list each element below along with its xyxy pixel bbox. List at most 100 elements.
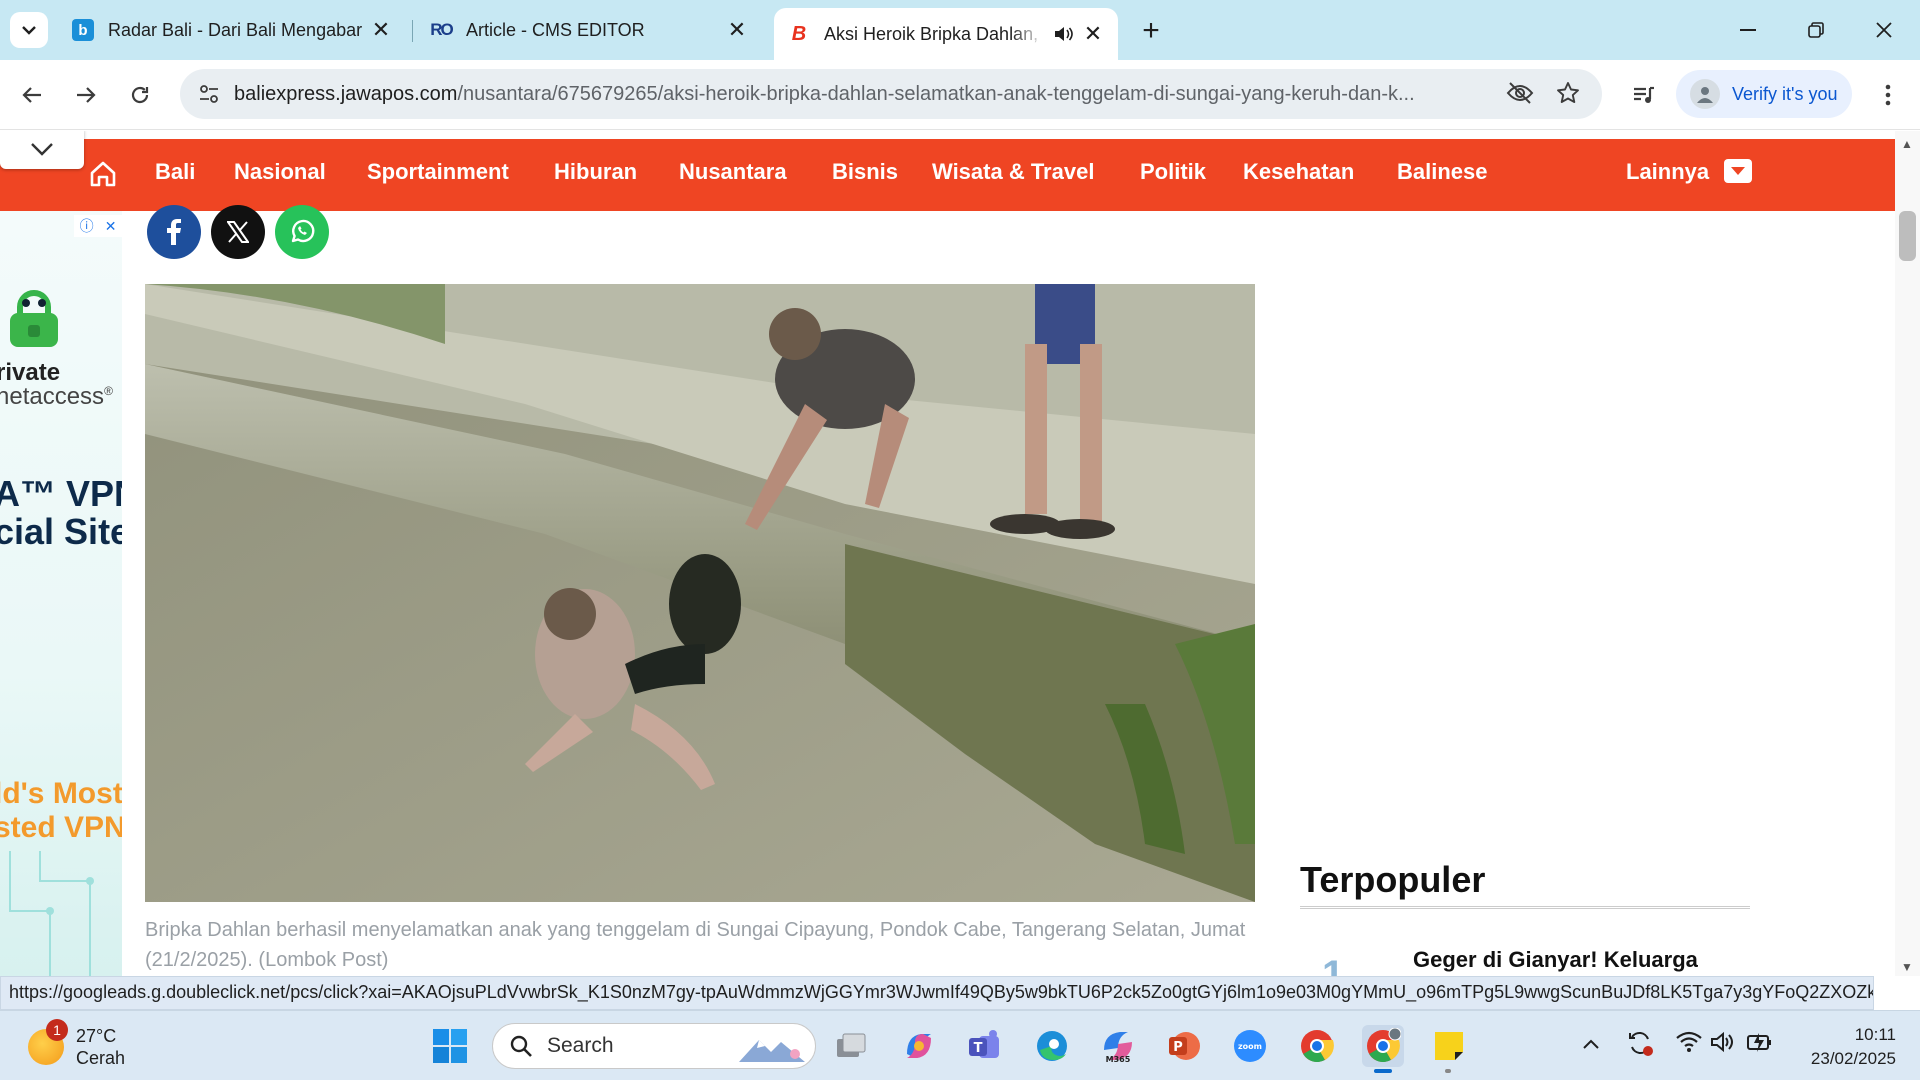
close-tab-icon[interactable]: ✕ [370,17,392,42]
battery-charging-icon[interactable] [1746,1031,1774,1059]
site-nav: Bali Nasional Sportainment Hiburan Nusan… [0,139,1895,211]
restore-button[interactable] [1796,14,1836,46]
sync-status-icon[interactable] [1626,1029,1654,1063]
nav-bali[interactable]: Bali [155,159,195,185]
weather-temp: 27°C [76,1026,117,1046]
article-photo[interactable] [145,284,1255,902]
task-view-button[interactable] [830,1025,872,1067]
clock-date: 23/02/2025 [1810,1049,1896,1068]
volume-icon[interactable] [1710,1031,1736,1059]
back-button[interactable] [14,77,50,113]
zoom-icon: zoom [1234,1030,1266,1062]
verify-profile-button[interactable]: Verify it's you [1676,70,1852,118]
browser-toolbar: baliexpress.jawapos.com/nusantara/675679… [0,60,1920,130]
microsoft-365-icon: M365 [1104,1032,1132,1064]
running-app-indicator [1445,1069,1451,1073]
nav-sportainment[interactable]: Sportainment [367,159,509,185]
m365-button[interactable]: M365 [1097,1025,1139,1067]
nav-nasional[interactable]: Nasional [234,159,326,185]
svg-text:T: T [974,1041,983,1056]
url-text: baliexpress.jawapos.com/nusantara/675679… [234,83,1524,106]
tab-title: Radar Bali - Dari Bali Mengabarkan [108,19,362,40]
share-whatsapp-button[interactable] [275,205,329,259]
scrollbar-thumb[interactable] [1899,211,1916,261]
scroll-down-arrow-icon[interactable]: ▼ [1901,960,1913,974]
river-rescue-illustration [145,284,1255,902]
search-icon [510,1035,532,1057]
info-icon[interactable]: ⓘ [80,216,94,236]
menu-button[interactable] [1870,77,1906,113]
facebook-icon [167,219,181,245]
verify-label: Verify it's you [1732,83,1838,104]
teams-button[interactable]: T [964,1025,1006,1067]
close-tab-icon[interactable]: ✕ [726,17,748,42]
powerpoint-icon: P [1169,1032,1200,1060]
chrome-profile-button[interactable] [1362,1025,1404,1073]
share-facebook-button[interactable] [147,205,201,259]
photo-caption: Bripka Dahlan berhasil menyelamatkan ana… [145,919,1246,971]
reload-button[interactable] [122,77,158,113]
sticky-notes-button[interactable] [1428,1025,1470,1073]
powerpoint-button[interactable]: P [1163,1025,1205,1067]
start-button[interactable] [429,1025,471,1067]
zoom-button[interactable]: zoom [1229,1025,1271,1067]
ad-tagline: ld's Most sted VPN [0,777,122,845]
minimize-button[interactable] [1728,14,1768,46]
taskbar-search[interactable]: Search [492,1023,816,1069]
web-page: Bali Nasional Sportainment Hiburan Nusan… [0,131,1920,976]
nav-politik[interactable]: Politik [1140,159,1206,185]
collapse-header-button[interactable] [0,131,84,169]
notification-badge: 1 [46,1019,68,1041]
ad-brand-line2: netaccess® [0,383,113,411]
close-tab-icon[interactable]: ✕ [1082,21,1104,46]
new-tab-button[interactable]: + [1134,14,1168,48]
vpn-advertisement[interactable]: ⓘ ✕ rivate netaccess® A™ VPNcial Site ld… [0,211,122,976]
media-controls-button[interactable] [1626,77,1662,113]
edge-button[interactable] [1031,1025,1073,1067]
tab-aksi-heroik[interactable]: B Aksi Heroik Bripka Dahlan, Selamatkan … [774,8,1118,60]
weather-widget[interactable]: 1 27°C Cerah [28,1019,125,1069]
teams-icon: T [969,1030,999,1058]
tracking-protection-eye-icon[interactable] [1506,81,1534,110]
ro-favicon-icon: RO [430,20,454,39]
circuit-decoration [9,851,94,976]
forward-button[interactable] [68,77,104,113]
chevron-up-icon [1583,1039,1599,1049]
popular-article-link[interactable]: Geger di Gianyar! Keluarga [1413,947,1698,973]
ad-choices[interactable]: ⓘ ✕ [74,215,122,237]
link-status-bar: https://googleads.g.doubleclick.net/pcs/… [0,976,1874,1010]
chrome-button[interactable] [1296,1025,1338,1067]
scroll-up-arrow-icon[interactable]: ▲ [1901,137,1913,151]
address-bar[interactable]: baliexpress.jawapos.com/nusantara/675679… [180,69,1602,119]
close-window-button[interactable] [1864,14,1904,46]
site-info-icon[interactable] [194,80,224,108]
nav-nusantara[interactable]: Nusantara [679,159,787,185]
home-icon[interactable] [88,159,120,191]
wifi-icon[interactable] [1676,1031,1702,1059]
nav-kesehatan[interactable]: Kesehatan [1243,159,1354,185]
nav-bisnis[interactable]: Bisnis [832,159,898,185]
tab-cms-editor[interactable]: RO Article - CMS EDITOR ✕ [416,8,762,52]
tab-search-button[interactable] [10,12,48,48]
caret-down-icon[interactable] [1724,159,1752,183]
nav-balinese[interactable]: Balinese [1397,159,1488,185]
page-scrollbar[interactable]: ▲ ▼ [1895,131,1920,976]
weather-text: 27°C Cerah [76,1025,125,1069]
nav-lainnya[interactable]: Lainnya [1626,159,1709,185]
ad-headline-line1: A™ VPN [0,473,122,514]
nav-hiburan[interactable]: Hiburan [554,159,637,185]
x-logo-icon [227,221,249,243]
share-x-button[interactable] [211,205,265,259]
show-hidden-icons-button[interactable] [1582,1033,1600,1056]
playlist-icon [1634,86,1654,103]
task-view-icon [837,1033,866,1057]
search-highlight-mountains-icon [739,1040,805,1062]
ad-headline-line2: cial Site [0,511,122,552]
bookmark-star-icon[interactable] [1556,81,1580,110]
system-clock[interactable]: 10:11 23/02/2025 [1796,1023,1896,1071]
copilot-button[interactable] [898,1025,940,1067]
close-icon[interactable]: ✕ [105,218,117,235]
nav-wisata-travel[interactable]: Wisata & Travel [932,159,1094,185]
speaker-icon[interactable] [1052,23,1074,45]
tab-radar-bali[interactable]: b Radar Bali - Dari Bali Mengabarkan ✕ [58,8,406,52]
